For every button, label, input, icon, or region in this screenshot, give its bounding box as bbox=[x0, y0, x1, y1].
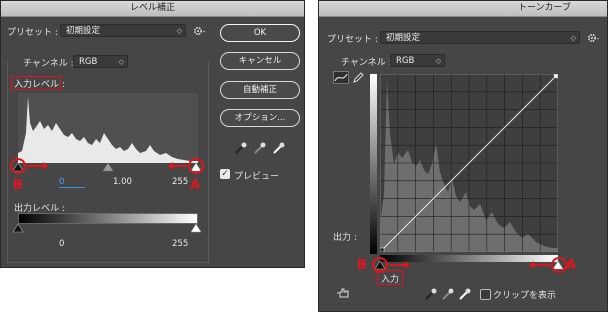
output-white-slider bbox=[190, 223, 202, 233]
curves-channel-value: RGB bbox=[396, 56, 415, 66]
annotation-a-label: A bbox=[190, 178, 201, 193]
black-eyedropper-icon bbox=[235, 142, 247, 154]
levels-preset-value: 初期設定 bbox=[66, 26, 101, 36]
levels-histogram bbox=[18, 93, 198, 163]
curves-titlebar: トーンカーブ bbox=[319, 1, 607, 17]
gear-icon[interactable] bbox=[193, 25, 207, 37]
curve-point-tool-icon[interactable] bbox=[333, 71, 349, 84]
curves-preset-select[interactable]: 初期設定 ◇ bbox=[380, 31, 580, 44]
white-eyedropper-icon bbox=[273, 142, 285, 154]
levels-preset-select[interactable]: 初期設定 ◇ bbox=[60, 24, 186, 37]
gray-eyedropper-icon bbox=[442, 288, 454, 300]
curves-dialog: トーンカーブ プリセット : 初期設定 ◇ チャンネル : RGB ◇ 出力:… bbox=[318, 0, 608, 312]
curves-graph[interactable] bbox=[380, 74, 558, 252]
output-black-slider bbox=[13, 223, 24, 233]
input-white-value[interactable]: 255 bbox=[172, 177, 188, 187]
clipping-checkbox[interactable] bbox=[480, 289, 491, 300]
output-black-value[interactable]: 0 bbox=[59, 239, 64, 249]
annotation-b-arrow bbox=[10, 158, 48, 174]
levels-titlebar: レベル補正 bbox=[1, 1, 304, 17]
input-gamma-value[interactable]: 1.00 bbox=[113, 177, 132, 187]
preview-checkbox[interactable]: ✓ bbox=[220, 169, 230, 179]
curve-endpoint-black bbox=[380, 247, 385, 252]
curves-preset-label: プリセット : bbox=[327, 35, 378, 45]
curves-eyedropper-tools bbox=[425, 288, 471, 300]
pencil-tool-icon[interactable] bbox=[352, 71, 364, 84]
input-black-value[interactable]: 0 bbox=[59, 177, 85, 188]
curves-output-label: 出力 : bbox=[333, 233, 357, 243]
curves-channel-label: チャンネル : bbox=[341, 58, 392, 68]
preview-label: プレビュー bbox=[234, 172, 280, 182]
curves-annotation-a-label: A bbox=[566, 258, 577, 273]
chevron-down-icon: ◇ bbox=[176, 27, 182, 35]
auto-button[interactable]: 自動補正 bbox=[220, 81, 300, 99]
output-white-value[interactable]: 255 bbox=[172, 239, 188, 249]
black-eyedropper-icon bbox=[425, 288, 437, 300]
gear-icon[interactable] bbox=[587, 32, 601, 44]
white-eyedropper-icon bbox=[459, 288, 471, 300]
levels-preset-label: プリセット : bbox=[7, 28, 58, 38]
gray-eyedropper-icon bbox=[254, 142, 266, 154]
input-gamma-slider bbox=[102, 162, 114, 172]
annotation-b-label: B bbox=[13, 178, 23, 193]
output-slider-track[interactable] bbox=[13, 223, 203, 235]
curves-annotation-a-arrow bbox=[529, 257, 567, 273]
curves-title: トーンカーブ bbox=[517, 3, 571, 13]
chevron-down-icon: ◇ bbox=[570, 34, 576, 42]
curves-channel-select[interactable]: RGB ◇ bbox=[390, 54, 445, 67]
curves-preset-value: 初期設定 bbox=[386, 33, 421, 43]
curves-input-label: 入力 bbox=[381, 275, 400, 285]
annotation-a-arrow bbox=[168, 158, 204, 174]
output-gradient-bar bbox=[370, 74, 377, 254]
curves-annotation-b-label: B bbox=[357, 258, 367, 273]
options-button[interactable]: オプション... bbox=[220, 109, 300, 127]
on-image-adjust-icon[interactable] bbox=[337, 287, 351, 299]
levels-dialog: レベル補正 プリセット : 初期設定 ◇ チャンネル : RGB ◇ 入力レベル… bbox=[0, 0, 305, 268]
ok-button[interactable]: OK bbox=[220, 24, 300, 42]
cancel-button[interactable]: キャンセル bbox=[220, 52, 300, 70]
eyedropper-tools bbox=[235, 142, 285, 154]
chevron-down-icon: ◇ bbox=[435, 57, 441, 65]
curve-endpoint-white bbox=[553, 74, 558, 79]
levels-title: レベル補正 bbox=[129, 3, 175, 13]
input-levels-label: 入力レベル : bbox=[14, 80, 65, 90]
clipping-label: クリップを表示 bbox=[493, 291, 557, 301]
